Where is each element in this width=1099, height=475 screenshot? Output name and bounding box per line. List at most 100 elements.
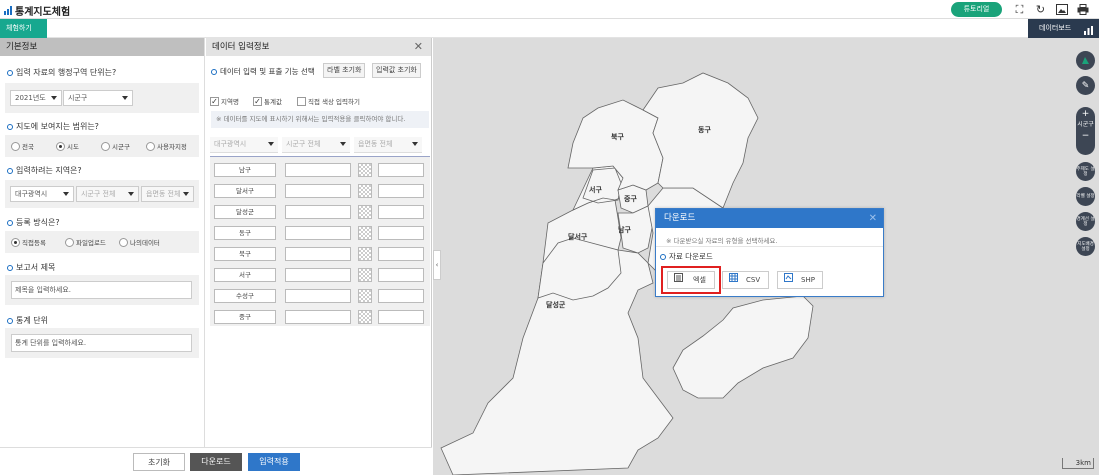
scope-radio-sigungu[interactable]: 시군구	[101, 141, 130, 151]
panel-collapse-handle[interactable]: ‹	[433, 250, 441, 280]
scope-radio-custom[interactable]: 사용자지정	[146, 141, 187, 151]
try-tab[interactable]: 체험하기	[0, 19, 47, 38]
color-input[interactable]	[378, 268, 424, 282]
filter-sigungu-select[interactable]: 시군구 전체	[282, 137, 350, 153]
color-pattern-icon[interactable]	[358, 289, 372, 303]
footer-bar: 초기화 다운로드 입력적용	[0, 447, 432, 475]
value-input[interactable]	[285, 184, 351, 198]
fullscreen-icon[interactable]: ⛶	[1013, 3, 1026, 16]
close-icon[interactable]: ✕	[869, 209, 877, 228]
data-input-panel: 데이터 입력정보 ✕ 데이터 입력 및 표출 기능 선택 라벨 초기화 입력값 …	[206, 38, 432, 475]
print-icon[interactable]	[1076, 3, 1089, 16]
dashboard-button[interactable]: 데이터보드	[1028, 19, 1099, 38]
sido-select[interactable]: 대구광역시	[10, 186, 74, 202]
data-input-grid: 남구 달서구 달성군 동구 북구 서구 수성구 중구	[210, 157, 430, 326]
value-input[interactable]	[285, 268, 351, 282]
value-input[interactable]	[285, 226, 351, 240]
color-input[interactable]	[378, 310, 424, 324]
color-input[interactable]	[378, 163, 424, 177]
color-input[interactable]	[378, 226, 424, 240]
tutorial-button[interactable]: 튜토리얼	[951, 2, 1002, 17]
map-label-donggu: 동구	[698, 126, 711, 134]
value-input[interactable]	[285, 289, 351, 303]
checkbox-icon	[297, 96, 306, 106]
color-pattern-icon[interactable]	[358, 205, 372, 219]
divider	[656, 246, 883, 247]
close-icon[interactable]: ✕	[414, 38, 423, 56]
method-radio-file[interactable]: 파일업로드	[65, 237, 106, 247]
color-pattern-icon[interactable]	[358, 226, 372, 240]
apply-button[interactable]: 입력적용	[248, 453, 300, 471]
refresh-icon[interactable]: ↻	[1034, 3, 1047, 16]
map-label-seogu: 서구	[589, 186, 602, 194]
scope-box: 전국 시도 시군구 사용자지정	[5, 135, 199, 157]
app-logo: 통계지도체험	[4, 3, 70, 18]
theme-map-setting-button[interactable]: 주제도 설정	[1076, 162, 1095, 181]
label-setting-button[interactable]: 라벨 설정	[1076, 187, 1095, 206]
filter-emd-select[interactable]: 읍면동 전체	[354, 137, 422, 153]
map-label-dalseonggun: 달성군	[546, 301, 566, 309]
map-label-namgu: 남구	[618, 226, 631, 234]
map-style-icon[interactable]	[1076, 51, 1095, 70]
zoom-level-label: 시군구	[1077, 121, 1094, 128]
sigungu-select[interactable]: 시군구 전체	[76, 186, 139, 202]
method-radio-mydata[interactable]: 나의데이터	[119, 237, 160, 247]
pencil-icon[interactable]: ✎	[1076, 76, 1095, 95]
app-title: 통계지도체험	[15, 7, 71, 18]
color-input[interactable]	[378, 289, 424, 303]
color-pattern-icon[interactable]	[358, 268, 372, 282]
csv-table-icon	[729, 272, 738, 288]
reset-button[interactable]: 초기화	[133, 453, 185, 471]
question-method: 등록 방식은?	[7, 217, 60, 228]
zoom-in-button[interactable]: +	[1076, 107, 1095, 121]
report-title-input[interactable]: 제목을 입력하세요.	[11, 281, 192, 299]
bullet-icon	[7, 167, 13, 174]
checkbox-stat-value[interactable]: ✓ 통계값	[253, 96, 282, 106]
background-setting-button[interactable]: 지도배경 설정	[1076, 237, 1095, 256]
region-dalseogu	[537, 197, 622, 301]
color-input[interactable]	[378, 184, 424, 198]
chart-logo-icon	[4, 6, 12, 15]
filter-sido-select[interactable]: 대구광역시	[210, 137, 278, 153]
value-input[interactable]	[285, 310, 351, 324]
map-label-junggu: 중구	[624, 195, 637, 203]
download-button[interactable]: 다운로드	[190, 453, 242, 471]
checkbox-custom-color[interactable]: 직접 색상 입력하기	[297, 96, 360, 106]
method-radio-direct[interactable]: 직접등록	[11, 237, 46, 247]
reset-input-button[interactable]: 입력값 초기화	[372, 63, 421, 78]
bullet-icon	[7, 264, 13, 271]
value-input[interactable]	[285, 163, 351, 177]
excel-download-button[interactable]: 엑셀	[667, 271, 715, 289]
checkbox-checked-icon: ✓	[253, 96, 262, 106]
download-dialog-header: 다운로드 ✕	[656, 209, 883, 228]
apply-note: ※ 데이터를 지도에 표시하기 위해서는 입력적용을 클릭하여야 합니다.	[211, 111, 429, 128]
image-save-icon[interactable]	[1055, 3, 1068, 16]
color-pattern-icon[interactable]	[358, 247, 372, 261]
color-pattern-icon[interactable]	[358, 163, 372, 177]
admin-unit-select[interactable]: 시군구	[63, 90, 133, 106]
color-input[interactable]	[378, 205, 424, 219]
radio-icon	[11, 141, 20, 151]
scope-radio-sido[interactable]: 시도	[56, 141, 79, 151]
eupmyeondong-select[interactable]: 읍면동 전체	[141, 186, 194, 202]
scope-radio-nation[interactable]: 전국	[11, 141, 34, 151]
method-box: 직접등록 파일업로드 나의데이터	[5, 231, 199, 253]
region-name-cell: 동구	[214, 226, 276, 240]
color-input[interactable]	[378, 247, 424, 261]
basic-info-panel: 기본정보 입력 자료의 행정구역 단위는? 2021년도 시군구 지도에 보여지…	[0, 38, 205, 475]
stat-unit-input[interactable]: 통계 단위를 입력하세요.	[11, 334, 192, 352]
reset-label-button[interactable]: 라벨 초기화	[323, 63, 366, 78]
basic-info-header: 기본정보	[0, 38, 204, 56]
csv-download-button[interactable]: CSV	[722, 271, 769, 289]
year-select[interactable]: 2021년도	[10, 90, 62, 106]
value-input[interactable]	[285, 247, 351, 261]
radio-icon	[101, 141, 110, 151]
checkbox-region-name[interactable]: ✓ 지역명	[210, 96, 239, 106]
color-pattern-icon[interactable]	[358, 310, 372, 324]
zoom-out-button[interactable]: −	[1076, 129, 1095, 143]
color-pattern-icon[interactable]	[358, 184, 372, 198]
radio-icon	[146, 141, 155, 151]
value-input[interactable]	[285, 205, 351, 219]
boundary-setting-button[interactable]: 경계선 설정	[1076, 212, 1095, 231]
shp-download-button[interactable]: SHP	[777, 271, 823, 289]
